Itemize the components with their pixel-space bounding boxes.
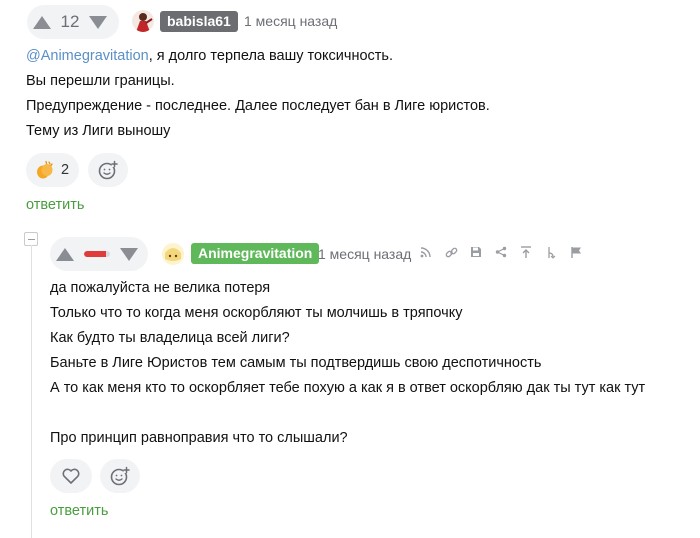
rating-bar-fill (84, 251, 107, 257)
upvote-button[interactable] (27, 5, 57, 39)
comment1-rating-value: 12 (60, 12, 80, 31)
thread-line[interactable] (31, 245, 32, 538)
comment2-line: А то как меня кто то оскорбляет тебе пох… (50, 380, 646, 396)
comment1-time[interactable]: 1 месяц назад (244, 13, 337, 29)
comment2-rating-bar (84, 251, 110, 257)
add-emoji-icon (110, 466, 130, 486)
comment2-line: Про принцип равноправия что то слышали? (50, 430, 348, 446)
comment1-reply-link[interactable]: ответить (26, 197, 84, 213)
arrow-down-icon (89, 15, 107, 29)
comment2-line (50, 401, 645, 426)
comment2-line: Как будто ты владелица всей лиги? (50, 330, 290, 346)
comment1-line: @Animegravitation, я долго терпела вашу … (26, 48, 394, 64)
thread-branch-icon[interactable] (543, 244, 559, 260)
share-icon[interactable] (493, 244, 509, 260)
comment2-time[interactable]: 1 месяц назад (318, 246, 411, 262)
downvote-button[interactable] (83, 5, 113, 39)
comment1-body: @Animegravitation, я долго терпела вашу … (26, 44, 490, 144)
avatar-anime-icon (162, 243, 184, 265)
reaction-count: 2 (61, 162, 70, 178)
comment1-author-nick[interactable]: babisla61 (160, 11, 238, 32)
arrow-down-icon (120, 247, 138, 261)
scroll-to-parent-icon[interactable] (518, 244, 534, 260)
comment2-avatar[interactable] (162, 243, 184, 265)
comment1-line: Предупреждение - последнее. Далее послед… (26, 98, 490, 114)
comment2-rating-control (50, 237, 148, 271)
upvote-button[interactable] (50, 237, 80, 271)
comment2-body: да пожалуйста не велика потеря Только чт… (50, 276, 645, 451)
arrow-up-icon (33, 15, 51, 29)
avatar-woman-icon (132, 10, 154, 32)
comment2-line: Баньте в Лиге Юристов тем самым ты подтв… (50, 355, 542, 371)
comment1-line: Вы перешли границы. (26, 73, 175, 89)
comment1-add-reaction-button[interactable] (88, 153, 128, 187)
save-icon[interactable] (468, 244, 484, 260)
comment2-reply-link[interactable]: ответить (50, 503, 108, 519)
comment2-author-nick[interactable]: Animegravitation (191, 243, 320, 264)
mention-link[interactable]: @Animegravitation (26, 48, 149, 64)
comment1-avatar[interactable] (132, 10, 154, 32)
arrow-up-icon (56, 247, 74, 261)
comment2-line: Только что то когда меня оскорбляют ты м… (50, 305, 463, 321)
report-flag-icon[interactable] (568, 244, 584, 260)
downvote-button[interactable] (114, 237, 144, 271)
add-emoji-icon (98, 160, 118, 180)
heart-icon (62, 468, 80, 484)
comment2-like-button[interactable] (50, 459, 92, 493)
clapping-hands-icon (37, 160, 53, 179)
comment2-add-reaction-button[interactable] (100, 459, 140, 493)
comment2-line: да пожалуйста не велика потеря (50, 280, 271, 296)
comment1-line: Тему из Лиги выношу (26, 123, 171, 139)
rss-icon[interactable] (418, 244, 434, 260)
comment1-rating-control: 12 (27, 5, 119, 39)
link-icon[interactable] (443, 244, 459, 260)
comment1-reaction-button[interactable]: 2 (26, 153, 79, 187)
comment2-toolbar (418, 244, 584, 260)
minus-icon (27, 238, 35, 240)
collapse-thread-button[interactable] (24, 232, 38, 246)
